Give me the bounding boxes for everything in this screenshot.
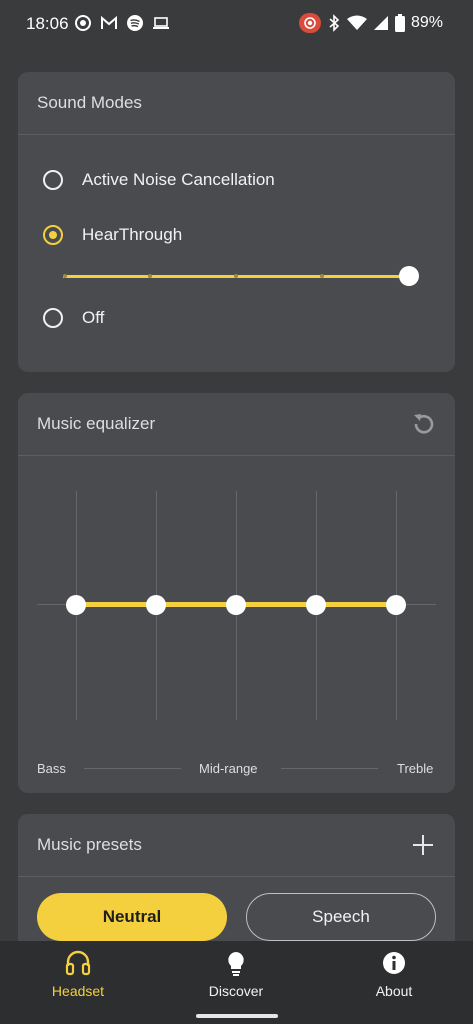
nav-item-about[interactable]: About xyxy=(334,949,454,999)
radio-hearthrough[interactable] xyxy=(43,225,63,245)
eq-knob-band-5[interactable] xyxy=(386,595,406,615)
nav-item-discover[interactable]: Discover xyxy=(176,949,296,999)
hearthrough-slider[interactable] xyxy=(63,266,419,286)
sound-modes-header: Sound Modes xyxy=(18,72,455,135)
battery-icon xyxy=(394,14,405,32)
nav-label-about: About xyxy=(375,983,413,999)
laptop-icon xyxy=(153,17,169,29)
status-bar: 18:06 89% xyxy=(0,0,473,48)
add-preset-icon[interactable] xyxy=(411,833,435,857)
eq-label-mid: Mid-range xyxy=(199,761,258,776)
spotify-icon xyxy=(127,15,143,31)
mode-label-hearthrough: HearThrough xyxy=(82,225,183,244)
reset-icon[interactable] xyxy=(411,411,437,437)
slider-tick xyxy=(148,274,152,278)
equalizer-graph: Bass Mid-range Treble xyxy=(18,455,455,793)
hearthrough-slider-thumb[interactable] xyxy=(399,266,419,286)
radio-anc[interactable] xyxy=(43,170,63,190)
radio-off[interactable] xyxy=(43,308,63,328)
eq-label-divider xyxy=(281,768,378,769)
bottom-nav: Headset Discover About xyxy=(0,941,473,1005)
battery-percent: 89% xyxy=(410,14,443,31)
gmail-icon xyxy=(101,15,117,29)
sound-modes-card: Sound Modes Active Noise Cancellation He… xyxy=(18,72,455,372)
mode-label-off: Off xyxy=(82,308,105,327)
slider-tick xyxy=(234,274,238,278)
presets-header: Music presets xyxy=(18,814,455,877)
nav-label-discover: Discover xyxy=(208,983,264,999)
equalizer-header: Music equalizer xyxy=(18,393,455,456)
bluetooth-icon xyxy=(329,14,340,32)
eq-knob-band-4[interactable] xyxy=(306,595,326,615)
nav-label-headset: Headset xyxy=(51,983,105,999)
equalizer-card: Music equalizer Bass Mid-range Treble xyxy=(18,393,455,793)
gesture-bar xyxy=(0,1005,473,1024)
screen-record-icon xyxy=(298,13,321,33)
status-left-icons xyxy=(74,14,170,32)
preset-neutral-button[interactable]: Neutral xyxy=(37,893,227,941)
presets-title: Music presets xyxy=(37,835,142,854)
eq-label-bass: Bass xyxy=(37,761,66,776)
info-icon xyxy=(383,952,405,974)
status-right-icons: 89% xyxy=(298,12,443,34)
lightbulb-icon xyxy=(228,952,244,976)
status-time: 18:06 xyxy=(26,14,69,33)
mode-option-off[interactable]: Off xyxy=(43,308,104,328)
eq-label-divider xyxy=(84,768,181,769)
nav-item-headset[interactable]: Headset xyxy=(18,949,138,999)
equalizer-title: Music equalizer xyxy=(37,414,156,433)
home-indicator[interactable] xyxy=(196,1014,278,1018)
sound-modes-title: Sound Modes xyxy=(37,93,142,112)
headphones-icon xyxy=(65,950,91,976)
target-icon xyxy=(75,15,91,31)
eq-knob-band-1[interactable] xyxy=(66,595,86,615)
eq-knob-band-3[interactable] xyxy=(226,595,246,615)
preset-speech-button[interactable]: Speech xyxy=(246,893,436,941)
mode-option-hearthrough[interactable]: HearThrough xyxy=(43,225,182,245)
mode-label-anc: Active Noise Cancellation xyxy=(82,170,275,189)
slider-tick xyxy=(320,274,324,278)
mode-option-anc[interactable]: Active Noise Cancellation xyxy=(43,170,275,190)
eq-knob-band-2[interactable] xyxy=(146,595,166,615)
eq-label-treble: Treble xyxy=(397,761,434,776)
wifi-icon xyxy=(346,15,367,30)
signal-icon xyxy=(373,16,388,30)
slider-tick xyxy=(63,274,67,278)
